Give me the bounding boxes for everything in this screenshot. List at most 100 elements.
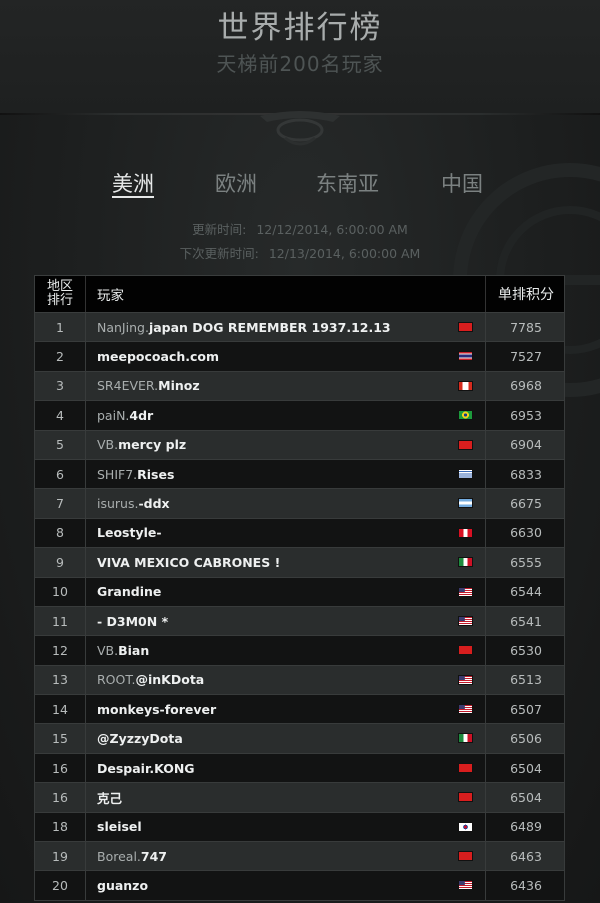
rank-header-line2: 排行 (46, 293, 73, 308)
cn-flag-icon (458, 851, 473, 862)
table-row[interactable]: 4 paiN. 4dr 6953 (34, 401, 566, 431)
table-row[interactable]: 2 meepocoach.com 7527 (34, 342, 566, 372)
team-prefix: SR4EVER. (97, 378, 159, 394)
table-row[interactable]: 14 monkeys-forever 6507 (34, 695, 565, 725)
next-update-value: 12/13/2014, 6:00:00 AM (268, 246, 421, 261)
ar-flag-icon (458, 498, 473, 509)
score-cell: 6675 (485, 489, 566, 518)
table-row[interactable]: 16 Despair.KONG 6504 (34, 753, 565, 784)
player-name[interactable]: 4dr (129, 408, 153, 423)
score-cell: 6504 (485, 783, 566, 812)
table-row[interactable]: 9 VIVA MEXICO CABRONES ! 6555 (34, 548, 565, 578)
th-flag-icon (458, 351, 473, 362)
tab-china[interactable]: 中国 (441, 168, 483, 198)
player-cell: Grandine (97, 578, 161, 606)
player-name[interactable]: sleisel (97, 819, 142, 834)
score-cell: 7527 (485, 342, 566, 371)
player-cell: sleisel (97, 813, 142, 841)
player-name[interactable]: VIVA MEXICO CABRONES ! (97, 555, 280, 570)
table-row[interactable]: 15 @ZyzzyDota 6506 (34, 724, 565, 754)
cn-flag-icon (458, 439, 473, 450)
table-row[interactable]: 3 SR4EVER. Minoz 6968 (34, 371, 565, 402)
score-cell: 6630 (485, 518, 566, 548)
table-row[interactable]: 11 - D3M0N * 6541 (34, 606, 565, 637)
player-name[interactable]: Bian (118, 643, 149, 658)
rank-cell: 2 (35, 342, 86, 371)
player-cell: VB. mercy plz (97, 431, 186, 459)
player-cell: SHIF7. Rises (97, 460, 174, 488)
rank-cell: 8 (35, 518, 86, 548)
leaderboard-page: 世界排行榜 天梯前200名玩家 美洲 欧洲 东南亚 中国 更新时间: 12/12… (0, 0, 600, 903)
us-flag-icon (458, 586, 473, 597)
rank-header-line1: 地区 (46, 279, 73, 294)
table-row[interactable]: 19 Boreal. 747 6463 (34, 842, 566, 872)
table-row[interactable]: 18 sleisel 6489 (34, 812, 566, 843)
rank-cell: 11 (35, 606, 86, 636)
rank-cell: 16 (35, 753, 86, 783)
rank-cell: 13 (35, 665, 86, 695)
player-name[interactable]: -ddx (138, 496, 169, 511)
player-cell: ROOT. @inKDota (97, 666, 204, 694)
player-name[interactable]: @ZyzzyDota (97, 731, 183, 746)
rank-cell: 14 (35, 695, 86, 724)
team-prefix: Boreal. (97, 848, 141, 864)
page-subtitle: 天梯前200名玩家 (216, 52, 384, 76)
rank-cell: 6 (35, 459, 86, 489)
tab-southeast-asia[interactable]: 东南亚 (316, 168, 379, 198)
leaderboard-table: 1 NanJing. japan DOG REMEMBER 1937.12.13 7 7… (34, 313, 565, 901)
tab-europe[interactable]: 欧洲 (215, 168, 257, 198)
player-name[interactable]: Leostyle- (97, 525, 162, 540)
ca-flag-icon (458, 380, 473, 391)
player-name[interactable]: japan DOG REMEMBER 1937.12.13 (149, 320, 391, 335)
table-row[interactable]: 8 Leostyle- 6630 (34, 518, 566, 549)
player-name[interactable]: @inKDota (136, 672, 205, 687)
table-row[interactable]: 16 克己 6504 (34, 783, 566, 813)
score-cell: 6463 (485, 842, 566, 871)
cn-flag-icon (458, 792, 473, 803)
table-row[interactable]: 1 NanJing. japan DOG REMEMBER 1937.12.13 77… (34, 313, 565, 343)
table-row[interactable]: 20 guanzo 6436 (34, 871, 565, 901)
player-name[interactable]: meepocoach.com (97, 349, 219, 364)
player-name[interactable]: Minoz (158, 378, 200, 393)
player-column-header: 玩家 (97, 288, 124, 304)
score-cell: 6833 (485, 459, 566, 489)
player-cell: NanJing. japan DOG REMEMBER 1937.12.13 (97, 313, 391, 341)
us-flag-icon (458, 674, 473, 685)
score-cell: 6904 (485, 430, 566, 459)
score-cell: 6953 (485, 401, 566, 430)
player-name[interactable]: Grandine (97, 584, 161, 599)
player-name[interactable]: - D3M0N * (97, 614, 168, 629)
table-row[interactable]: 12 VB. Bian 6530 (34, 636, 566, 666)
table-row[interactable]: 7 isurus. -ddx 6675 (34, 489, 566, 519)
player-cell: - D3M0N * (97, 607, 168, 635)
team-prefix: VB. (97, 642, 119, 658)
table-row[interactable]: 13 ROOT. @inKDota 6513 (34, 665, 565, 696)
rank-cell: 3 (35, 371, 86, 401)
tab-americas[interactable]: 美洲 (112, 168, 154, 198)
player-name[interactable]: monkeys-forever (97, 702, 216, 717)
score-cell: 6489 (485, 812, 566, 842)
table-row[interactable]: 5 VB. mercy plz 6904 (34, 430, 566, 460)
score-cell: 6530 (485, 636, 566, 665)
table-header: 地区 排行 玩家 单排积分 (34, 275, 565, 313)
player-name[interactable]: guanzo (97, 878, 148, 893)
player-name[interactable]: 克己 (97, 788, 122, 807)
player-cell: Despair.KONG (97, 754, 195, 782)
rank-cell: 1 (35, 313, 86, 342)
player-name[interactable]: mercy plz (118, 437, 186, 452)
next-update-label: 下次更新时间: (179, 246, 259, 261)
score-column-header: 单排积分 (485, 276, 566, 312)
emblem-icon (260, 111, 340, 146)
rank-cell: 7 (35, 489, 86, 518)
mx-flag-icon (458, 733, 473, 744)
rank-cell: 16 (35, 783, 86, 812)
score-cell: 6544 (485, 577, 566, 606)
player-name[interactable]: 747 (141, 849, 167, 864)
player-cell: VIVA MEXICO CABRONES ! (97, 548, 280, 576)
table-row[interactable]: 10 Grandine 6544 (34, 577, 566, 607)
player-cell: paiN. 4dr (97, 401, 153, 429)
rank-cell: 10 (35, 577, 86, 606)
table-row[interactable]: 6 SHIF7. Rises 6833 (34, 459, 566, 490)
player-name[interactable]: Rises (137, 467, 174, 482)
player-name[interactable]: Despair.KONG (97, 761, 195, 776)
